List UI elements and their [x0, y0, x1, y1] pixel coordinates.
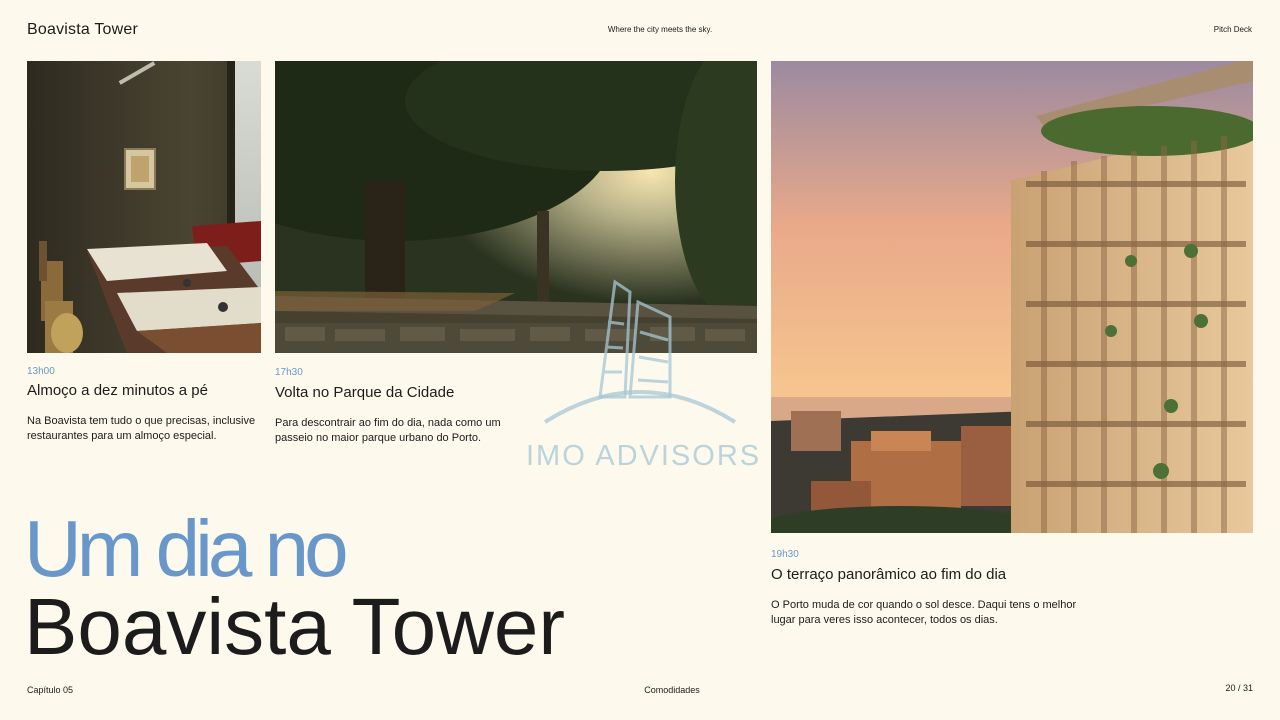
card-2-title: Volta no Parque da Cidade: [275, 384, 455, 401]
park-photo: [275, 61, 757, 353]
card-1-time: 13h00: [27, 366, 55, 377]
card-2-text: Para descontrair ao fim do dia, nada com…: [275, 416, 501, 446]
terrace-photo: [771, 61, 1253, 533]
card-3-text-line-1: O Porto muda de cor quando o sol desce. …: [771, 599, 1077, 611]
watermark-text: IMO ADVISORS: [526, 440, 762, 472]
card-3-text: O Porto muda de cor quando o sol desce. …: [771, 598, 1076, 628]
doc-type-label: Pitch Deck: [1213, 25, 1252, 34]
card-3-text-line-2: lugar para veres isso acontecer, todos o…: [771, 614, 998, 626]
card-1-text-line-2: restaurantes para um almoço especial.: [27, 430, 217, 442]
hero-title-line-2: Boavista Tower: [24, 582, 566, 671]
card-1-text: Na Boavista tem tudo o que precisas, inc…: [27, 414, 255, 444]
card-3-time: 19h30: [771, 549, 799, 560]
hero-title-line-1: Um dia no: [24, 504, 349, 593]
card-2-text-line-1: Para descontrair ao fim do dia, nada com…: [275, 417, 501, 429]
card-1-text-line-1: Na Boavista tem tudo o que precisas, inc…: [27, 415, 256, 427]
restaurant-photo: [27, 61, 261, 353]
card-2-time: 17h30: [275, 367, 303, 378]
page-number: 20 / 31: [1225, 683, 1253, 693]
card-3-title: O terraço panorâmico ao fim do dia: [771, 566, 1007, 583]
section-label: Comodidades: [644, 685, 700, 695]
card-1-title: Almoço a dez minutos a pé: [27, 382, 208, 399]
card-2-text-line-2: passeio no maior parque urbano do Porto.: [275, 432, 482, 444]
deck-tagline: Where the city meets the sky.: [607, 25, 713, 34]
